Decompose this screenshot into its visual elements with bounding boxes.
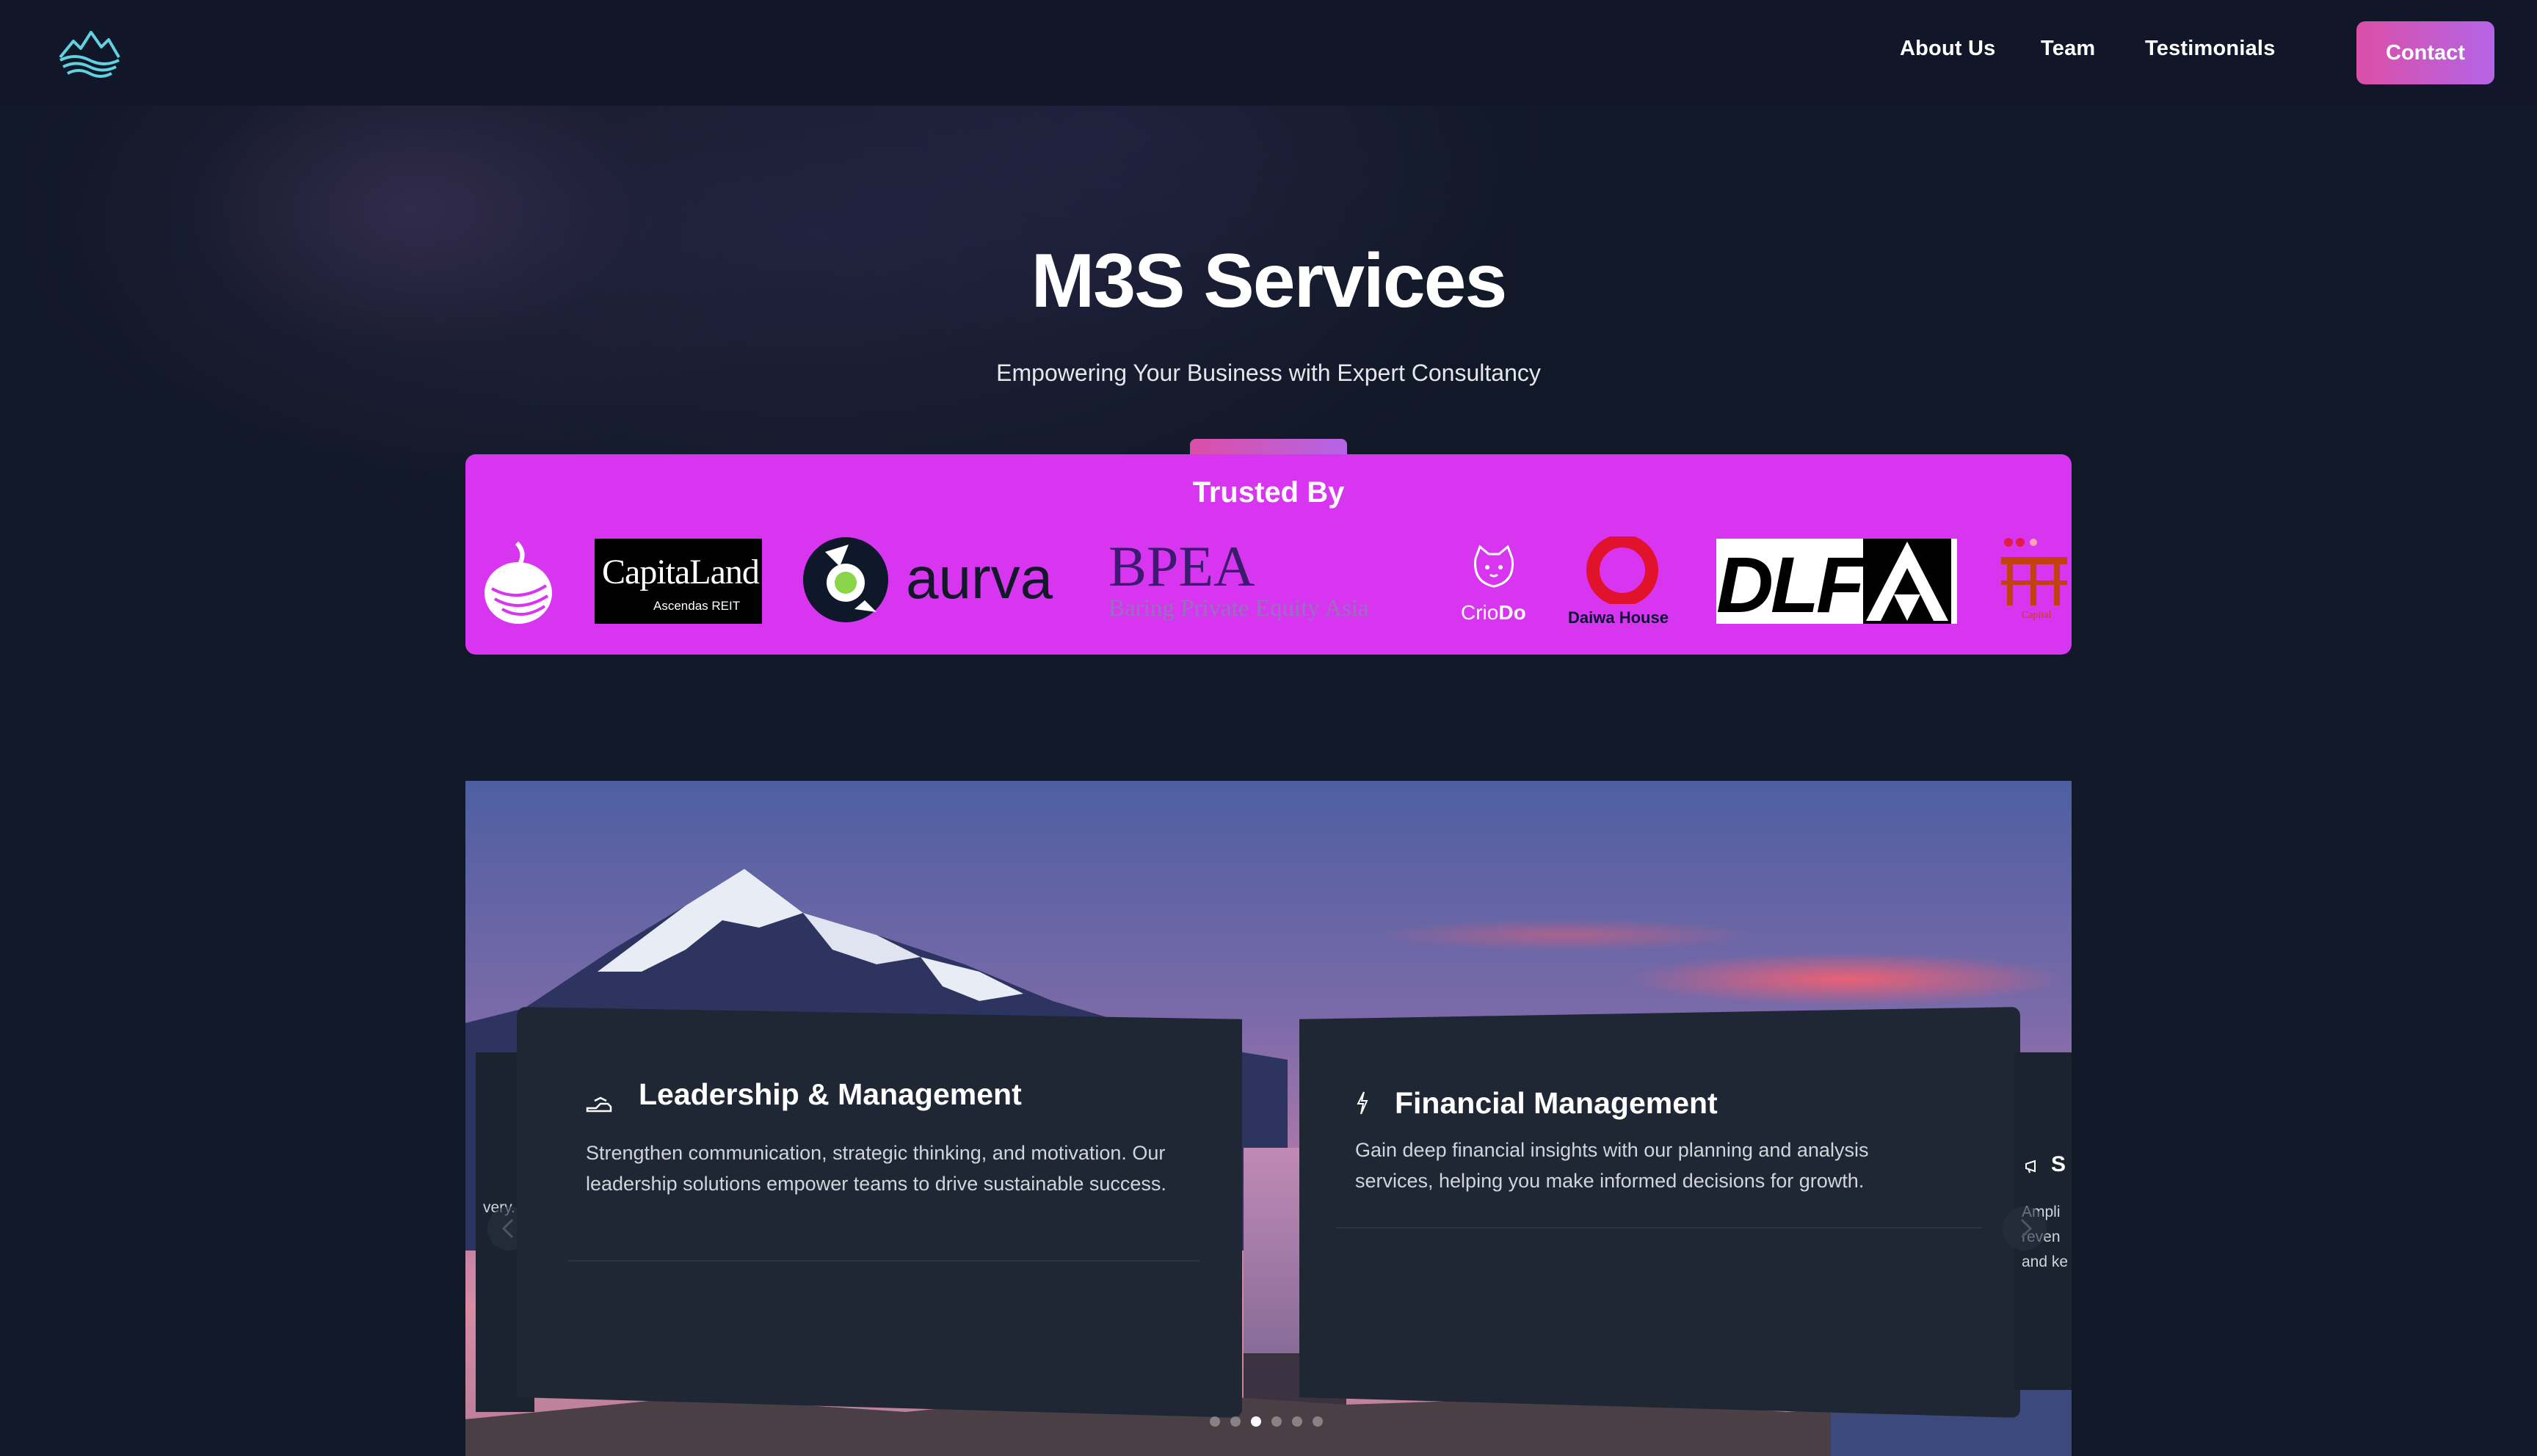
contact-button[interactable]: Contact (2356, 21, 2494, 84)
nav-link-about-us[interactable]: About Us (1900, 37, 1995, 61)
carousel-dot-2[interactable] (1230, 1416, 1241, 1427)
peek-right-title: S (2051, 1152, 2066, 1176)
capital-logo-text: Capital (2022, 610, 2052, 621)
trusted-by-section: Trusted By CapitaLand Ascendas REIT aurv… (465, 454, 2072, 655)
mountain-waves-icon[interactable] (57, 28, 122, 78)
dlf-logo-text: DLF (1716, 540, 1865, 629)
hero-title: M3S Services (1031, 239, 1508, 324)
carousel-dot-5[interactable] (1292, 1416, 1302, 1427)
lightning-icon (1357, 1091, 1368, 1115)
nav-link-testimonials[interactable]: Testimonials (2145, 37, 2276, 61)
aurva-logo-text: aurva (906, 545, 1053, 611)
page: About Us Team Testimonials Contact M3S S… (0, 0, 2537, 1456)
peek-right-line-3: and ke (2022, 1253, 2069, 1270)
criodo-logo-text-bold: Do (1498, 601, 1526, 624)
peach-logo (482, 537, 555, 625)
carousel-dot-1[interactable] (1210, 1416, 1220, 1427)
dlf-logo: DLF (1716, 539, 1957, 629)
criodo-logo: CrioDo (1446, 541, 1542, 629)
navbar: About Us Team Testimonials Contact (0, 0, 2537, 106)
carousel-dot-4[interactable] (1271, 1416, 1282, 1427)
bpea-logo-text: BPEA (1108, 534, 1255, 598)
carousel-dot-3[interactable] (1251, 1416, 1261, 1427)
financial-card-title: Financial Management (1395, 1086, 1718, 1120)
aurva-logo: aurva (803, 537, 1075, 625)
hero-subtitle: Empowering Your Business with Expert Con… (996, 360, 1541, 386)
daiwa-house-logo-text: Daiwa House (1568, 608, 1669, 627)
card-divider (568, 1260, 1199, 1262)
leadership-card-title: Leadership & Management (639, 1077, 1022, 1111)
capitaland-logo-text: CapitaLand (602, 553, 760, 592)
criodo-logo-text: Crio (1461, 601, 1499, 624)
financial-card-description: Gain deep financial insights with our pl… (1355, 1139, 1869, 1192)
card-divider (1336, 1227, 1982, 1228)
service-card-leadership[interactable]: Leadership & Management Strengthen commu… (517, 1007, 1242, 1418)
daiwa-house-logo: Daiwa House (1564, 536, 1681, 632)
leadership-card-description: Strengthen communication, strategic thin… (586, 1142, 1166, 1195)
chevron-right-icon (2020, 1218, 2033, 1239)
trusted-by-title: Trusted By (1192, 476, 1345, 509)
bpea-logo-subtext: Baring Private Equity Asia (1108, 595, 1369, 622)
capitaland-logo-subtext: Ascendas REIT (653, 599, 741, 613)
nav-link-team[interactable]: Team (2041, 37, 2095, 61)
service-card-financial[interactable]: Financial Management Gain deep financial… (1299, 1007, 2020, 1418)
carousel-next-button[interactable] (2003, 1206, 2047, 1251)
handshake-icon (586, 1096, 612, 1113)
services-carousel: very. Leadership & Management Strengthen… (465, 781, 2072, 1456)
carousel-dot-6[interactable] (1313, 1416, 1323, 1427)
bpea-logo: BPEA Baring Private Equity Asia (1108, 534, 1424, 629)
megaphone-icon (2025, 1160, 2036, 1173)
capital-logo-partial: Capital (2000, 536, 2072, 632)
capitaland-logo: CapitaLand Ascendas REIT (595, 539, 762, 624)
